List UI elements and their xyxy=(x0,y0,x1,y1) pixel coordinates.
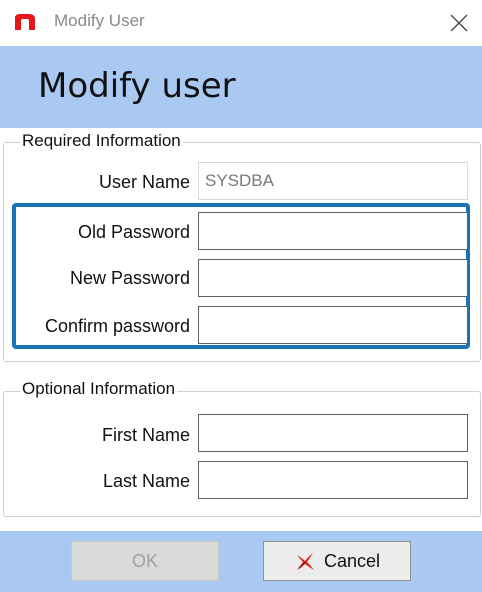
last-name-field[interactable] xyxy=(198,461,468,499)
close-icon xyxy=(450,14,468,32)
dialog-header: Modify user xyxy=(0,46,482,128)
window-title: Modify User xyxy=(54,11,145,30)
first-name-label: First Name xyxy=(101,425,190,445)
dialog-heading: Modify user xyxy=(38,66,236,106)
cancel-button[interactable]: Cancel xyxy=(263,541,411,581)
ok-button-label: OK xyxy=(131,550,158,571)
last-name-label: Last Name xyxy=(102,471,190,491)
ok-button[interactable]: OK xyxy=(71,541,219,581)
dialog-footer: OK Cancel xyxy=(0,531,482,592)
app-logo-icon xyxy=(15,14,35,30)
red-x-icon xyxy=(296,553,314,570)
cancel-button-label: Cancel xyxy=(323,550,381,571)
user-name-field xyxy=(198,162,468,200)
first-name-field[interactable] xyxy=(198,414,468,452)
title-bar: Modify User xyxy=(0,0,482,46)
new-password-label: New Password xyxy=(69,268,190,288)
old-password-field[interactable] xyxy=(198,212,468,250)
close-button[interactable] xyxy=(436,0,482,46)
confirm-password-label: Confirm password xyxy=(44,316,190,336)
required-info-legend: Required Information xyxy=(20,131,183,151)
user-name-label: User Name xyxy=(98,172,190,192)
old-password-label: Old Password xyxy=(77,222,190,242)
optional-info-legend: Optional Information xyxy=(20,379,178,399)
new-password-field[interactable] xyxy=(198,259,468,297)
confirm-password-field[interactable] xyxy=(198,306,468,344)
